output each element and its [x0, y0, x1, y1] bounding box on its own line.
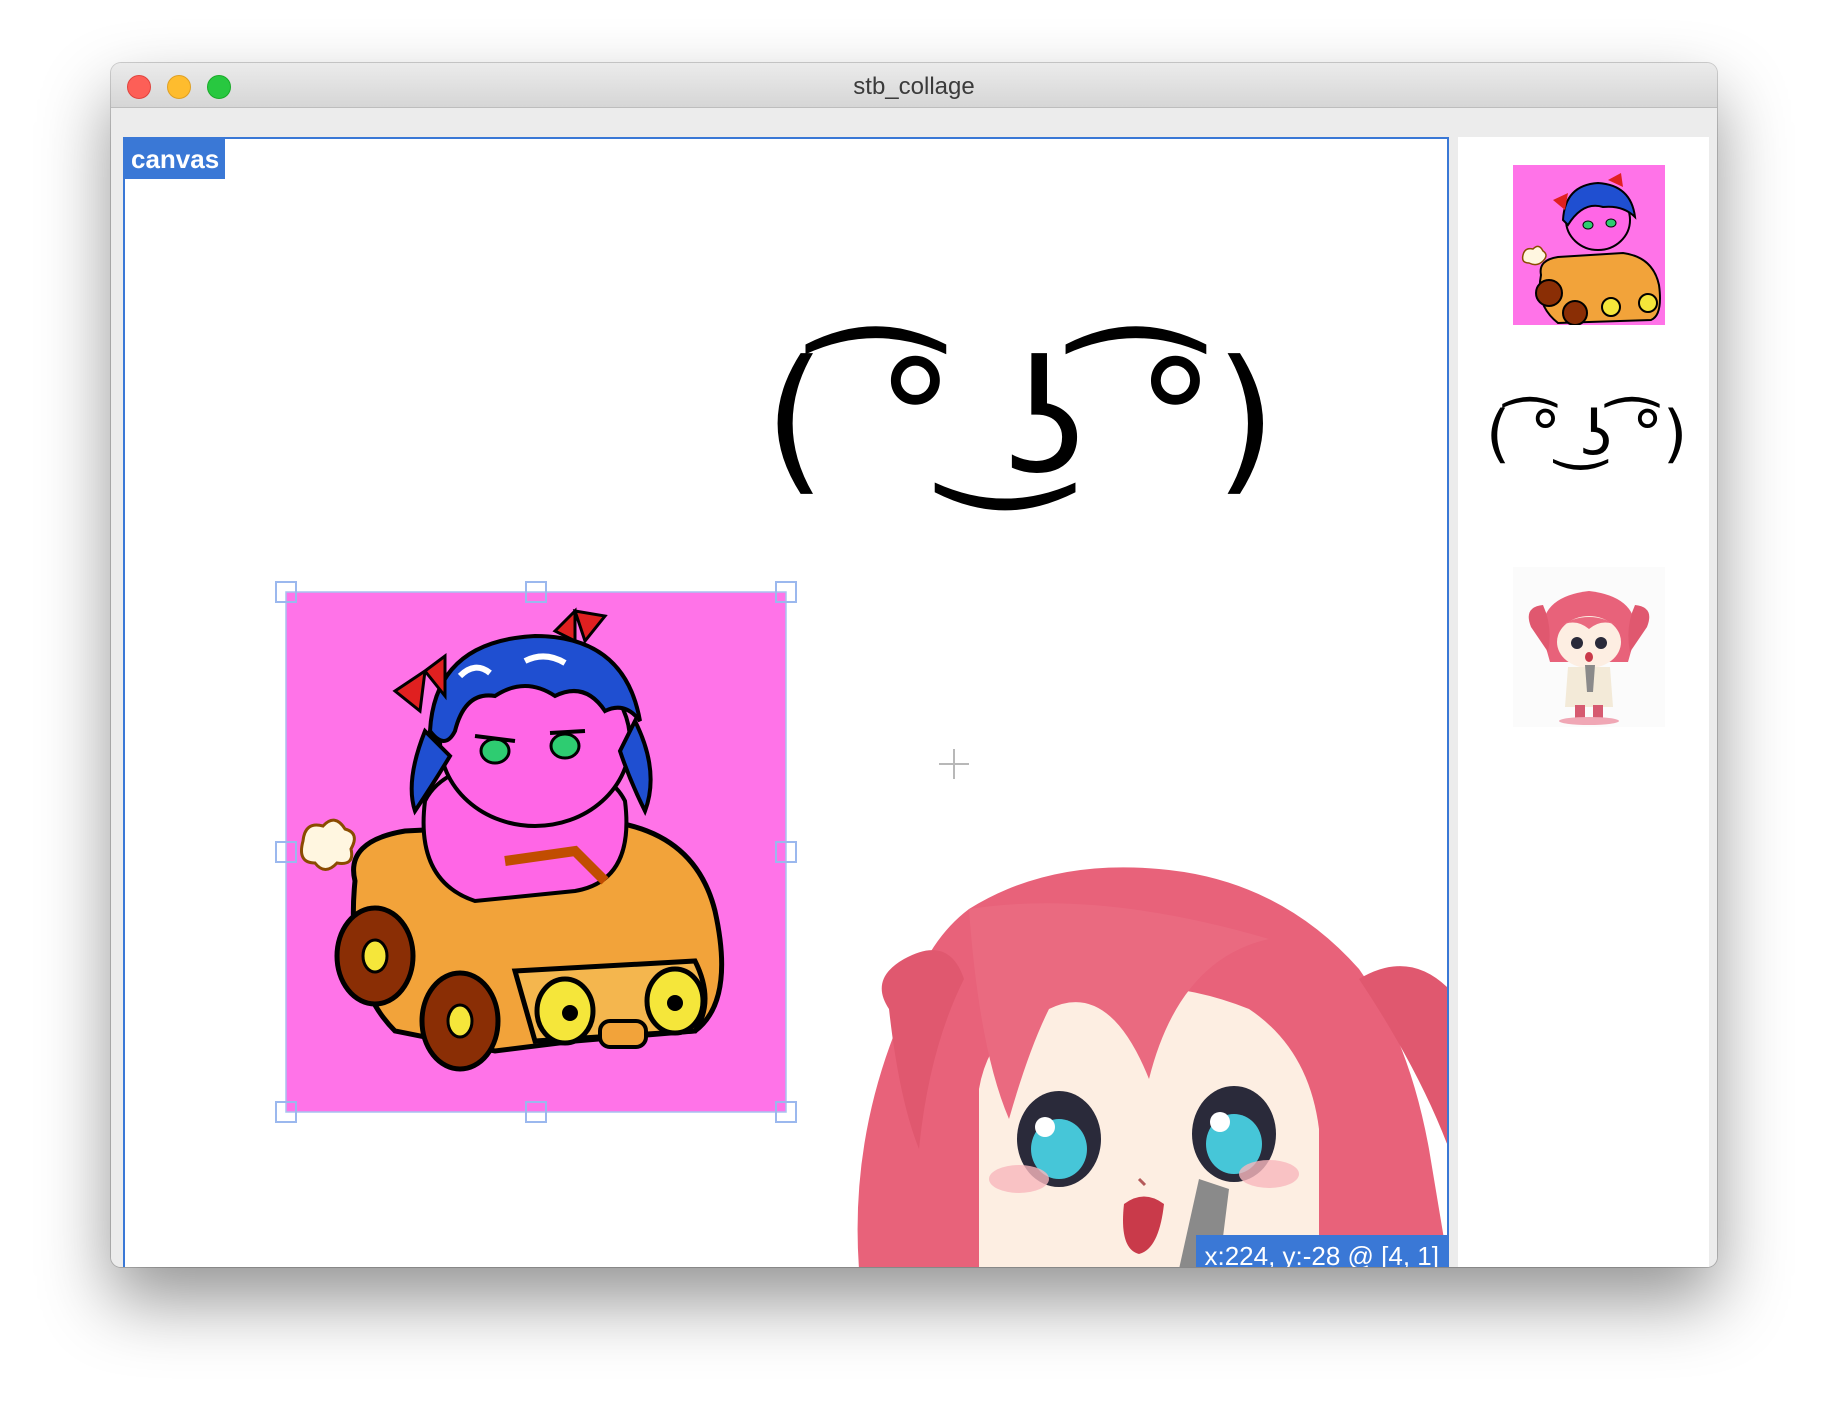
canvas-lenny-text-item[interactable]: ( ͡° ͜ʖ ͡°) — [764, 319, 1277, 519]
anime-girl-image-item[interactable] — [849, 849, 1449, 1267]
collage-canvas[interactable]: canvas ( ͡° ͜ʖ ͡°) x:224, y:-28 @ [4, 1] — [123, 137, 1449, 1267]
resize-handle-bottom[interactable] — [525, 1101, 547, 1123]
window-content: canvas ( ͡° ͜ʖ ͡°) x:224, y:-28 @ [4, 1]… — [111, 108, 1717, 1267]
selected-image-item[interactable] — [275, 581, 797, 1123]
resize-handle-top[interactable] — [525, 581, 547, 603]
resize-handle-top-right[interactable] — [775, 581, 797, 603]
title-bar: stb_collage — [111, 63, 1717, 108]
window-title: stb_collage — [853, 73, 975, 100]
thumbnail-anime-girl[interactable] — [1513, 567, 1665, 727]
resize-handle-top-left[interactable] — [275, 581, 297, 603]
app-window: stb_collage canvas ( ͡° ͜ʖ ͡°) x:224, y:… — [111, 63, 1717, 1267]
thumbnail-sidebar: ( ͡° ͜ʖ ͡°) — [1458, 137, 1709, 1267]
resize-handle-left[interactable] — [275, 841, 297, 863]
cursor-position-readout: x:224, y:-28 @ [4, 1] — [1196, 1235, 1447, 1267]
resize-handle-bottom-right[interactable] — [775, 1101, 797, 1123]
resize-handle-bottom-left[interactable] — [275, 1101, 297, 1123]
thumbnail-pink-car-character[interactable] — [1513, 165, 1665, 325]
pink-car-character-image — [285, 591, 787, 1113]
thumbnail-lenny-text[interactable]: ( ͡° ͜ʖ ͡°) — [1486, 397, 1687, 470]
resize-handle-right[interactable] — [775, 841, 797, 863]
canvas-label: canvas — [125, 139, 226, 179]
crosshair-cursor-icon — [939, 749, 969, 779]
